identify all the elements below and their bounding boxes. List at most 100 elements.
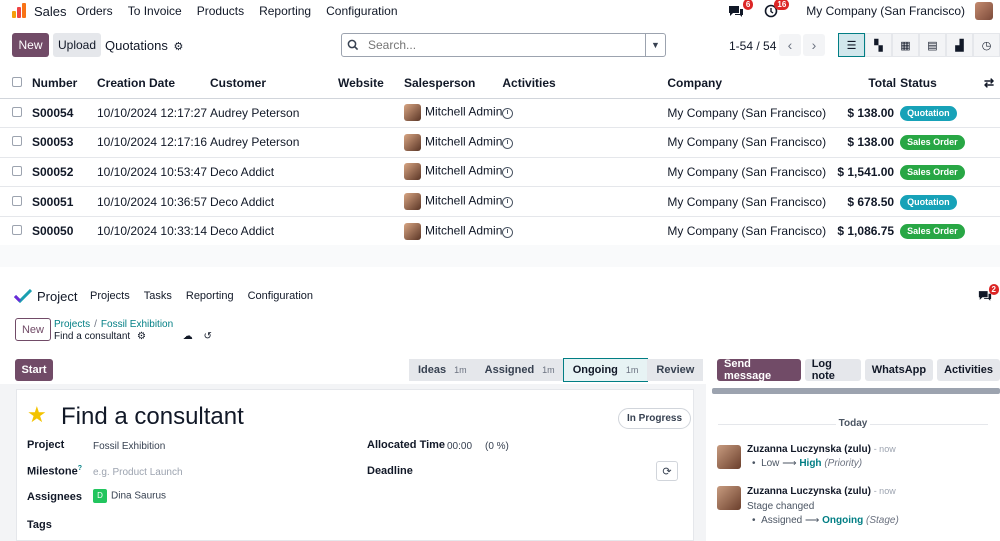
discuss-icon[interactable]: 6 [728, 0, 754, 18]
breadcrumb-fossil-exhibition[interactable]: Fossil Exhibition [101, 319, 173, 330]
menu-to-invoice[interactable]: To Invoice [128, 4, 182, 18]
cell-spacer [982, 186, 1000, 217]
row-checkbox[interactable] [0, 216, 32, 247]
stage-assigned[interactable]: Assigned 1m [475, 359, 564, 381]
kanban-view-icon[interactable]: ▚ [865, 33, 892, 57]
whatsapp-button[interactable]: WhatsApp [864, 359, 934, 381]
new-button[interactable]: New [12, 33, 49, 57]
row-checkbox[interactable] [0, 98, 32, 129]
col-activities[interactable]: Activities [502, 68, 668, 99]
assignees-field[interactable]: D Dina Saurus [93, 489, 166, 503]
upload-button[interactable]: Upload [53, 33, 101, 57]
col-status[interactable]: Status [900, 68, 983, 99]
list-view-icon[interactable]: ☰ [838, 33, 865, 57]
activity-clock-icon[interactable] [502, 137, 514, 149]
log-note-button[interactable]: Log note [804, 358, 861, 382]
cell-activities[interactable] [502, 127, 668, 158]
project-app-name[interactable]: Project [37, 289, 77, 304]
state-button[interactable]: In Progress [618, 408, 692, 429]
col-company[interactable]: Company [667, 68, 838, 99]
select-all-checkbox[interactable] [0, 68, 32, 99]
col-customer[interactable]: Customer [210, 68, 338, 99]
priority-star-icon[interactable]: ★ [27, 404, 47, 426]
cell-activities[interactable] [502, 98, 668, 129]
col-number[interactable]: Number [32, 68, 97, 99]
activity-view-icon[interactable]: ◷ [973, 33, 1000, 57]
cell-activities[interactable] [502, 216, 668, 247]
activity-clock-icon[interactable] [502, 167, 514, 179]
menu-tasks[interactable]: Tasks [144, 290, 172, 302]
record-name: Find a consultant [54, 331, 131, 342]
pager-previous-icon[interactable]: ‹ [779, 34, 801, 56]
cell-status: Sales Order [900, 157, 983, 188]
calendar-view-icon[interactable]: ▦ [892, 33, 919, 57]
sales-app-icon[interactable] [12, 3, 28, 18]
col-website[interactable]: Website [338, 68, 404, 99]
stage-ongoing[interactable]: Ongoing 1m [562, 358, 649, 382]
row-checkbox[interactable] [0, 186, 32, 217]
table-row[interactable]: S00050 10/10/2024 10:33:14 Deco Addict Mitc… [0, 216, 1000, 247]
menu-orders[interactable]: Orders [76, 4, 113, 18]
task-title-field[interactable]: Find a consultant [61, 403, 244, 431]
stage-ideas[interactable]: Ideas 1m [409, 359, 476, 381]
menu-configuration[interactable]: Configuration [326, 4, 397, 18]
pager-next-icon[interactable]: › [803, 34, 825, 56]
col-creation-date[interactable]: Creation Date [97, 68, 210, 99]
search-input[interactable] [364, 35, 645, 55]
message-author[interactable]: Zuzanna Luczynska (zulu) - now [747, 444, 896, 455]
pager-value[interactable]: 1-54 / 54 [729, 39, 776, 53]
gear-icon[interactable]: ⚙ [174, 41, 184, 53]
message-author[interactable]: Zuzanna Luczynska (zulu) - now [747, 486, 896, 497]
allocated-time-field[interactable]: 00:00 [447, 441, 472, 452]
cell-activities[interactable] [502, 186, 668, 217]
graph-view-icon[interactable]: ▟ [946, 33, 973, 57]
new-task-button[interactable]: New [15, 318, 51, 341]
status-badge: Sales Order [900, 135, 965, 151]
activity-clock-icon[interactable]: 16 [764, 0, 790, 18]
stage-review[interactable]: Review [647, 359, 704, 381]
gear-icon[interactable]: ⚙ [137, 331, 146, 342]
activities-button[interactable]: Activities [937, 359, 1000, 381]
discard-icon[interactable]: ↺ [203, 331, 211, 342]
search-options-toggle[interactable]: ▼ [645, 34, 665, 56]
activity-clock-icon[interactable] [502, 108, 514, 120]
activity-clock-icon[interactable] [502, 226, 514, 238]
menu-projects[interactable]: Projects [90, 290, 130, 302]
row-checkbox[interactable] [0, 157, 32, 188]
table-row[interactable]: S00052 10/10/2024 10:53:47 Deco Addict Mitc… [0, 157, 1000, 188]
stage-label: Assigned [484, 364, 535, 376]
save-cloud-icon[interactable]: ☁ [183, 331, 193, 342]
menu-reporting[interactable]: Reporting [259, 4, 311, 18]
app-name[interactable]: Sales [34, 4, 67, 19]
assignee-avatar: D [93, 489, 107, 503]
table-row[interactable]: S00051 10/10/2024 10:36:57 Deco Addict Mitc… [0, 186, 1000, 217]
start-button[interactable]: Start [15, 359, 53, 381]
project-app-icon[interactable] [14, 289, 32, 303]
menu-configuration[interactable]: Configuration [248, 290, 313, 302]
breadcrumb-projects[interactable]: Projects [54, 319, 90, 330]
project-field[interactable]: Fossil Exhibition [93, 441, 165, 452]
view-title[interactable]: Quotations ⚙ [105, 38, 183, 53]
chatter-scrollbar[interactable] [712, 388, 1000, 394]
message-author-avatar[interactable] [717, 445, 741, 469]
col-total[interactable]: Total [837, 68, 901, 99]
row-checkbox[interactable] [0, 127, 32, 158]
message-author-avatar[interactable] [717, 486, 741, 510]
menu-reporting[interactable]: Reporting [186, 290, 234, 302]
table-row[interactable]: S00053 10/10/2024 12:17:16 Audrey Peterson… [0, 127, 1000, 158]
user-avatar[interactable] [975, 2, 993, 20]
pivot-view-icon[interactable]: ▤ [919, 33, 946, 57]
search-icon [342, 39, 364, 51]
table-row[interactable]: S00054 10/10/2024 12:17:27 Audrey Peterson… [0, 98, 1000, 129]
optional-columns-icon[interactable]: ⇄ [982, 68, 1000, 99]
send-message-button[interactable]: Send message [717, 358, 801, 382]
col-salesperson[interactable]: Salesperson [404, 68, 503, 99]
menu-products[interactable]: Products [197, 4, 244, 18]
refresh-icon[interactable]: ⟳ [656, 461, 678, 481]
cell-activities[interactable] [502, 157, 668, 188]
help-icon[interactable]: ? [78, 465, 82, 472]
company-switcher[interactable]: My Company (San Francisco) [806, 4, 965, 18]
activity-clock-icon[interactable] [502, 196, 514, 208]
milestone-field[interactable]: e.g. Product Launch [93, 467, 183, 478]
discuss-icon[interactable]: 2 [978, 284, 999, 302]
